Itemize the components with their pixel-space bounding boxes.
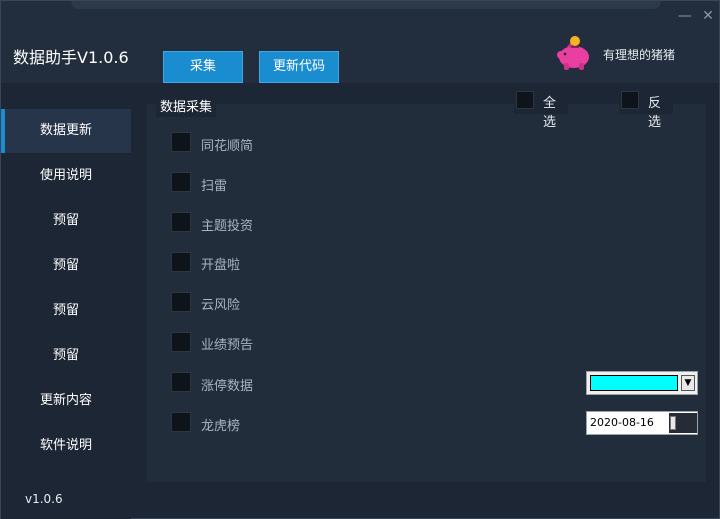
checkbox-theme-investment[interactable] [171,212,191,232]
date-picker[interactable]: 2020-08-16 [586,411,698,435]
piggy-bank-icon [557,36,589,70]
checkbox-tonghuashun[interactable] [171,132,191,152]
select-all-box[interactable] [516,91,534,109]
checkbox-limit-up-data[interactable] [171,372,191,392]
sidebar-item-update-content[interactable]: 更新内容 [1,379,131,423]
sidebar-item-reserved-3[interactable]: 预留 [1,289,131,333]
checkbox-dragon-tiger-list[interactable] [171,412,191,432]
checkbox-label: 开盘啦 [201,258,241,273]
group-title: 数据采集 [156,94,217,117]
sidebar-item-reserved-2[interactable]: 预留 [1,244,131,288]
invert-selection-checkbox[interactable]: 反选 [619,89,673,130]
sidebar-item-reserved-4[interactable]: 预留 [1,334,131,378]
date-value: 2020-08-16 [590,416,654,429]
checkbox-label: 龙虎榜 [201,419,241,434]
sidebar-item-reserved-1[interactable]: 预留 [1,199,131,243]
app-window: 数据助手V1.0.6 — ✕ 采集 更新代码 有理想的猪猪 数据更新 使用说明 … [0,0,720,519]
checkbox-cloud-risk[interactable] [171,292,191,312]
sidebar-item-usage[interactable]: 使用说明 [1,154,131,198]
checkbox-label: 主题投资 [201,219,254,234]
color-picker[interactable]: ▼ [586,371,698,395]
app-title: 数据助手V1.0.6 [13,48,129,67]
color-swatch [590,375,678,391]
checkbox-label: 涨停数据 [201,379,254,394]
close-icon[interactable]: ✕ [700,8,716,24]
date-dropdown-button[interactable] [669,413,697,433]
version-label: v1.0.6 [25,492,63,506]
minimize-icon[interactable]: — [677,8,693,24]
checkbox-kaipanla[interactable] [171,252,191,272]
checkbox-label: 同花顺简 [201,139,254,154]
select-all-checkbox[interactable]: 全选 [514,89,568,130]
invert-selection-box[interactable] [621,91,639,109]
sidebar-item-data-update[interactable]: 数据更新 [1,109,131,153]
select-all-label: 全选 [543,96,557,130]
update-code-button[interactable]: 更新代码 [259,51,339,83]
calendar-icon [670,416,676,430]
checkbox-saolei[interactable] [171,172,191,192]
checkbox-label: 云风险 [201,298,241,313]
title-bar [1,1,719,83]
title-bar-notch [71,1,661,9]
checkbox-label: 业绩预告 [201,338,254,353]
checkbox-label: 扫雷 [201,179,228,194]
checkbox-earnings-forecast[interactable] [171,332,191,352]
invert-selection-label: 反选 [648,96,662,130]
slogan-text: 有理想的猪猪 [603,48,676,62]
chevron-down-icon[interactable]: ▼ [681,375,695,391]
sidebar-item-software-info[interactable]: 软件说明 [1,424,131,468]
collect-button[interactable]: 采集 [163,51,243,83]
